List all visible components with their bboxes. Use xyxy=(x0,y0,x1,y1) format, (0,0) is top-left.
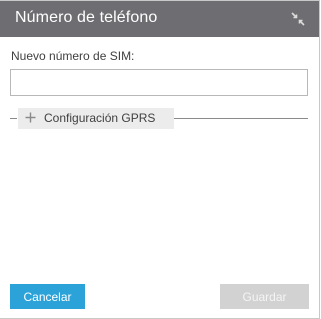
fieldset-divider-right xyxy=(174,118,308,119)
dialog-title: Número de teléfono xyxy=(15,9,158,26)
gprs-settings-label: Configuración GPRS xyxy=(44,111,156,125)
plus-icon xyxy=(25,110,36,127)
cancel-button[interactable]: Cancelar xyxy=(10,284,85,309)
sim-number-label: Nuevo número de SIM: xyxy=(11,49,135,63)
fieldset-divider-left xyxy=(10,118,17,119)
save-button[interactable]: Guardar xyxy=(220,284,309,309)
gprs-settings-toggle[interactable]: Configuración GPRS xyxy=(18,108,174,129)
sim-number-input[interactable] xyxy=(10,69,308,96)
phone-number-dialog: Número de teléfono Nuevo número de SIM: … xyxy=(0,0,320,319)
dialog-titlebar: Número de teléfono xyxy=(0,1,319,37)
collapse-arrows-icon[interactable] xyxy=(291,12,305,26)
